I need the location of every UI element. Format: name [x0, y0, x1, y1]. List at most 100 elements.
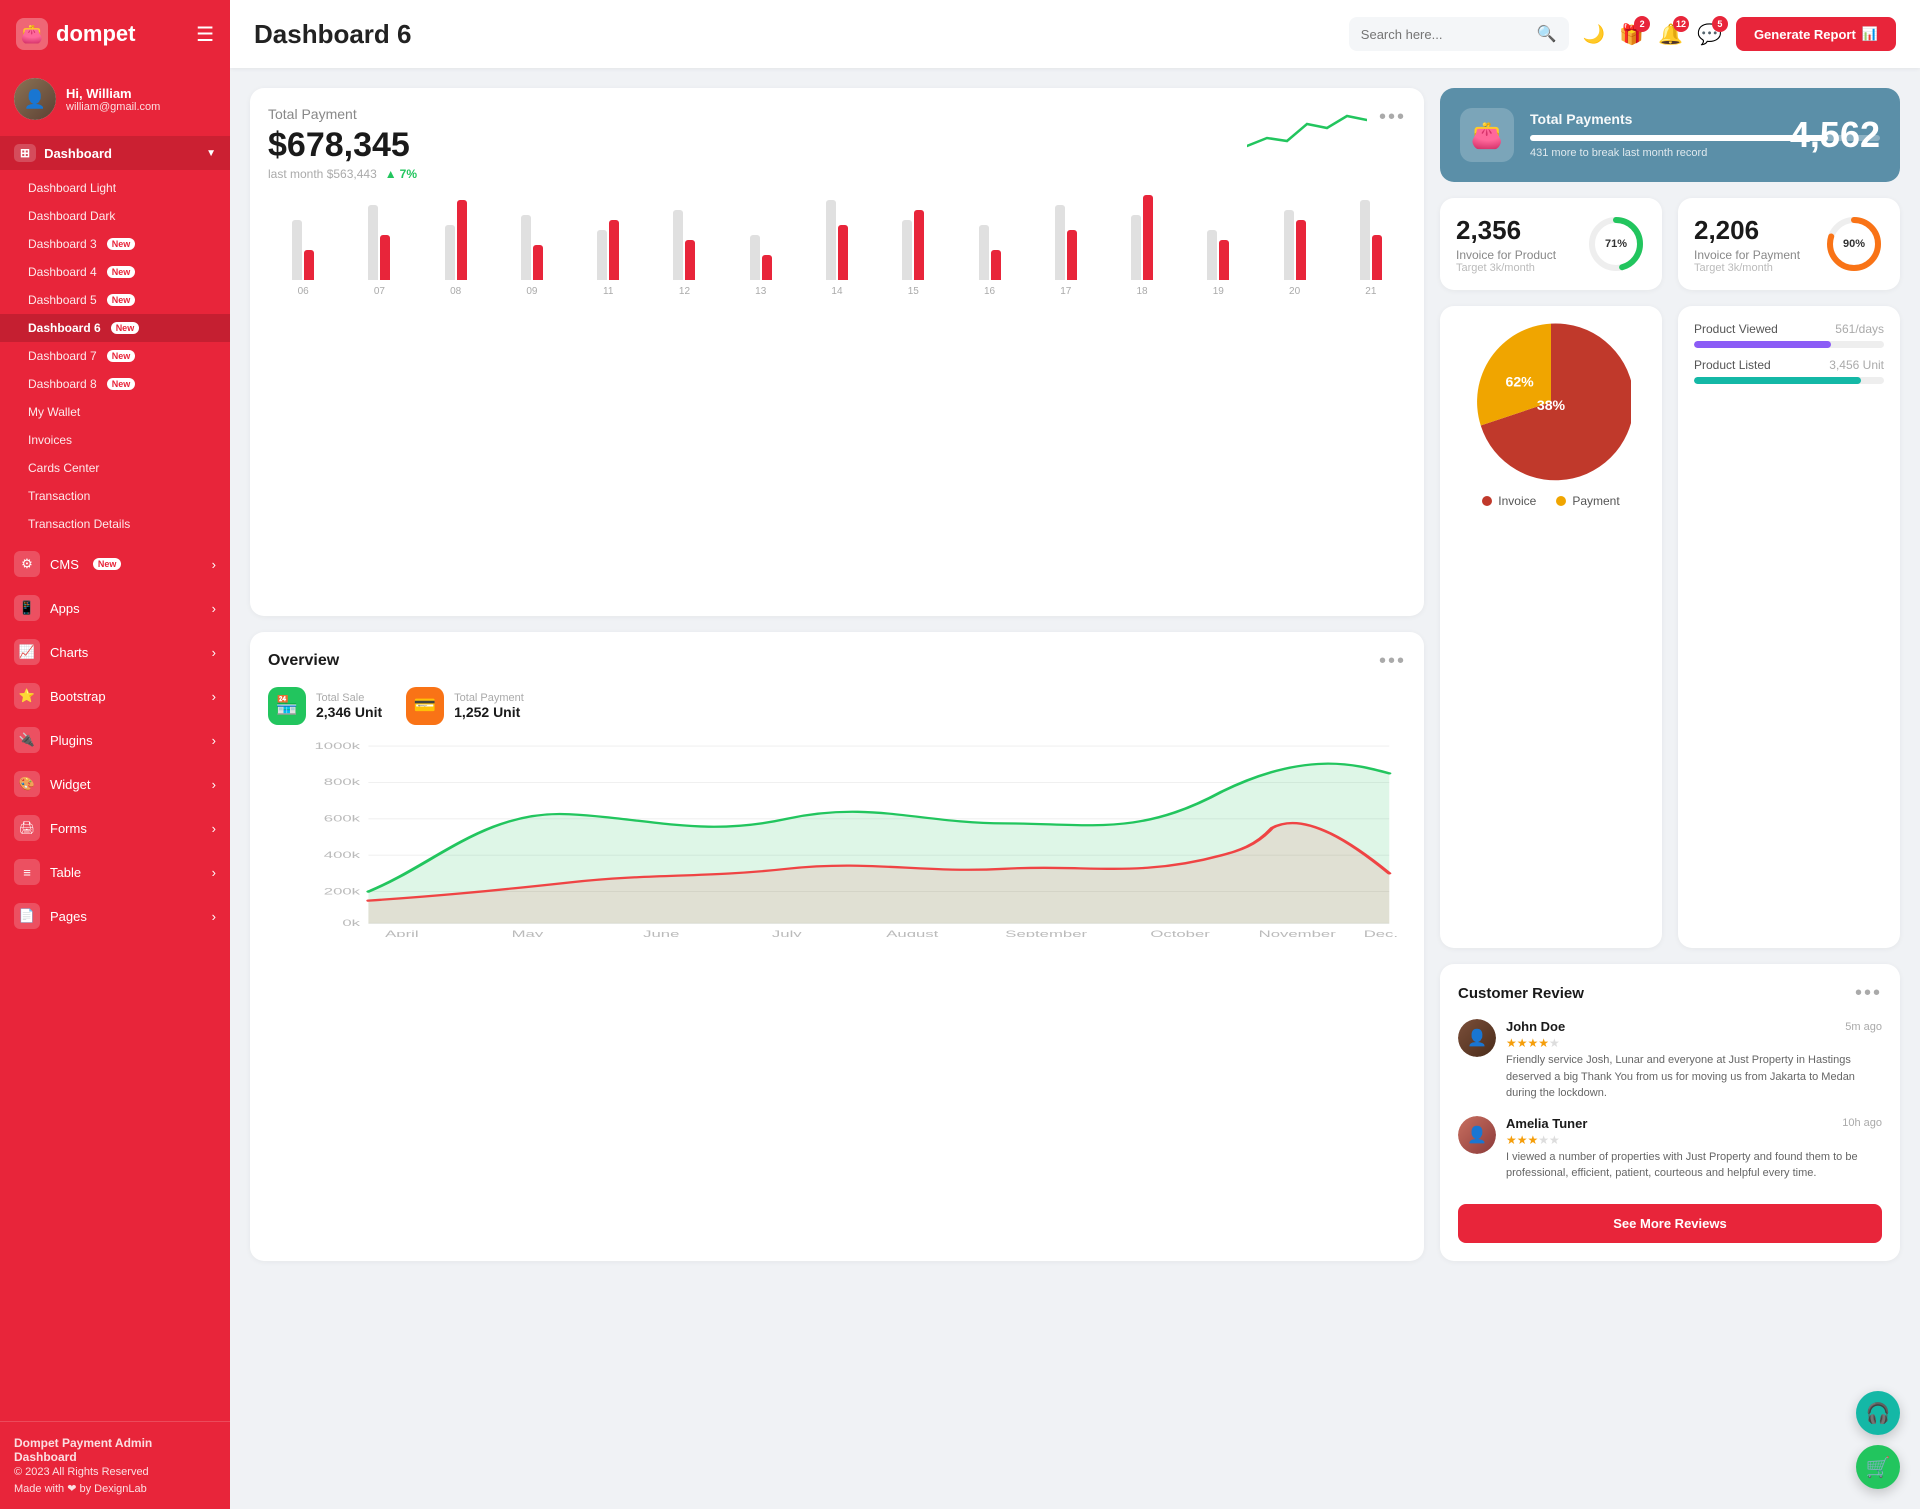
- sidebar-item-dashboard-7[interactable]: Dashboard 7 New: [0, 342, 230, 370]
- sidebar-item-my-wallet[interactable]: My Wallet: [0, 398, 230, 426]
- area-chart-svg: 1000k 800k 600k 400k 200k 0k April May J…: [268, 737, 1406, 937]
- theme-toggle-button[interactable]: 🌙: [1583, 24, 1605, 45]
- bar-gray: [1131, 215, 1141, 280]
- bar-red: [533, 245, 543, 280]
- sidebar-item-label: Dashboard 5: [28, 293, 97, 307]
- product-listed-value: 3,456 Unit: [1829, 358, 1884, 372]
- bar-group: 21: [1336, 200, 1406, 297]
- svg-text:200k: 200k: [324, 886, 361, 896]
- svg-text:November: November: [1259, 929, 1337, 937]
- sidebar-item-widget[interactable]: 🎨 Widget ›: [0, 762, 230, 806]
- footer-copy: © 2023 All Rights Reserved: [14, 1466, 216, 1478]
- bootstrap-label: Bootstrap: [50, 689, 106, 704]
- svg-text:1000k: 1000k: [314, 741, 360, 751]
- card-top-right: •••: [1247, 106, 1406, 156]
- bar-pair: [597, 220, 619, 280]
- forms-icon: 🖨: [14, 815, 40, 841]
- sidebar-item-label: Dashboard Dark: [28, 209, 115, 223]
- search-input[interactable]: [1361, 27, 1529, 42]
- sale-value: 2,346 Unit: [316, 704, 382, 720]
- sidebar-item-pages[interactable]: 📄 Pages ›: [0, 894, 230, 938]
- sidebar-header: 👛 dompet ☰: [0, 0, 230, 68]
- bar-pair: [1360, 200, 1382, 280]
- svg-text:0k: 0k: [342, 918, 360, 928]
- product-stats-card: Product Viewed 561/days Product Listed 3…: [1678, 306, 1900, 948]
- see-more-reviews-button[interactable]: See More Reviews: [1458, 1204, 1882, 1243]
- sidebar-item-bootstrap[interactable]: ⭐ Bootstrap ›: [0, 674, 230, 718]
- bar-label: 21: [1365, 286, 1376, 297]
- overview-more-options[interactable]: •••: [1379, 650, 1406, 673]
- sale-label: Total Sale: [316, 692, 382, 704]
- gift-button[interactable]: 🎁 2: [1619, 22, 1644, 47]
- support-fab-button[interactable]: 🎧: [1856, 1391, 1900, 1435]
- hamburger-button[interactable]: ☰: [196, 22, 214, 47]
- payment-amount: $678,345: [268, 126, 417, 165]
- generate-report-button[interactable]: Generate Report 📊: [1736, 17, 1896, 51]
- bar-group: 16: [954, 225, 1024, 297]
- invoice-payment-info: 2,206 Invoice for Payment Target 3k/mont…: [1694, 215, 1812, 274]
- more-options-button[interactable]: •••: [1379, 106, 1406, 129]
- review-more-options[interactable]: •••: [1855, 982, 1882, 1005]
- pages-label: Pages: [50, 909, 87, 924]
- table-label: Table: [50, 865, 81, 880]
- search-icon: 🔍: [1537, 24, 1557, 44]
- overview-header: Overview •••: [268, 650, 1406, 673]
- product-listed-label: Product Listed: [1694, 358, 1771, 372]
- footer-made: Made with ❤ by DexignLab: [14, 1482, 216, 1495]
- search-box[interactable]: 🔍: [1349, 17, 1569, 51]
- sidebar-item-invoices[interactable]: Invoices: [0, 426, 230, 454]
- sidebar-item-forms[interactable]: 🖨 Forms ›: [0, 806, 230, 850]
- sidebar-item-dashboard-4[interactable]: Dashboard 4 New: [0, 258, 230, 286]
- product-viewed-stat: Product Viewed 561/days: [1694, 322, 1884, 348]
- svg-text:August: August: [886, 929, 938, 937]
- bell-button[interactable]: 🔔 12: [1658, 22, 1683, 47]
- john-name-row: John Doe 5m ago: [1506, 1019, 1882, 1034]
- sidebar-item-cms[interactable]: ⚙ CMS New ›: [0, 542, 230, 586]
- chevron-right-icon: ›: [212, 733, 216, 748]
- sidebar-item-dashboard-light[interactable]: Dashboard Light: [0, 174, 230, 202]
- message-button[interactable]: 💬 5: [1697, 22, 1722, 47]
- review-title: Customer Review: [1458, 985, 1584, 1002]
- bar-group: 20: [1259, 210, 1329, 297]
- amelia-name-row: Amelia Tuner 10h ago: [1506, 1116, 1882, 1131]
- sidebar-item-dashboard-3[interactable]: Dashboard 3 New: [0, 230, 230, 258]
- bar-group: 15: [878, 210, 948, 297]
- bar-pair: [292, 220, 314, 280]
- sidebar-item-transaction-details[interactable]: Transaction Details: [0, 510, 230, 538]
- right-panel: 👛 Total Payments 431 more to break last …: [1440, 88, 1900, 1261]
- bar-label: 15: [908, 286, 919, 297]
- brand-logo: 👛 dompet: [16, 18, 135, 50]
- dashboard-section-toggle[interactable]: ⊞ Dashboard ▼: [0, 136, 230, 170]
- chevron-right-icon: ›: [212, 865, 216, 880]
- sidebar-item-transaction[interactable]: Transaction: [0, 482, 230, 510]
- sidebar-item-apps[interactable]: 📱 Apps ›: [0, 586, 230, 630]
- product-viewed-header: Product Viewed 561/days: [1694, 322, 1884, 336]
- svg-text:600k: 600k: [324, 813, 361, 823]
- total-payment-title: Total Payment: [268, 106, 417, 122]
- bar-group: 07: [344, 205, 414, 297]
- sidebar-item-label: Transaction: [28, 489, 90, 503]
- bar-gray: [902, 220, 912, 280]
- bar-gray: [445, 225, 455, 280]
- bar-pair: [1284, 210, 1306, 280]
- bar-red: [762, 255, 772, 280]
- sidebar-item-table[interactable]: ≡ Table ›: [0, 850, 230, 894]
- sidebar: 👛 dompet ☰ 👤 Hi, William william@gmail.c…: [0, 0, 230, 1509]
- review-item-john: 👤 John Doe 5m ago ★★★★★ Friendly service…: [1458, 1019, 1882, 1102]
- sidebar-item-dashboard-dark[interactable]: Dashboard Dark: [0, 202, 230, 230]
- bar-label: 12: [679, 286, 690, 297]
- sidebar-item-plugins[interactable]: 🔌 Plugins ›: [0, 718, 230, 762]
- bar-red: [1067, 230, 1077, 280]
- apps-icon: 📱: [14, 595, 40, 621]
- payment-value: 1,252 Unit: [454, 704, 524, 720]
- legend-invoice: Invoice: [1482, 494, 1536, 508]
- sidebar-item-charts[interactable]: 📈 Charts ›: [0, 630, 230, 674]
- cart-fab-button[interactable]: 🛒: [1856, 1445, 1900, 1489]
- sidebar-item-dashboard-5[interactable]: Dashboard 5 New: [0, 286, 230, 314]
- sidebar-item-dashboard-6[interactable]: Dashboard 6 New: [0, 314, 230, 342]
- apps-label: Apps: [50, 601, 80, 616]
- sidebar-item-cards-center[interactable]: Cards Center: [0, 454, 230, 482]
- bar-red: [609, 220, 619, 280]
- sidebar-item-dashboard-8[interactable]: Dashboard 8 New: [0, 370, 230, 398]
- bar-red: [1372, 235, 1382, 280]
